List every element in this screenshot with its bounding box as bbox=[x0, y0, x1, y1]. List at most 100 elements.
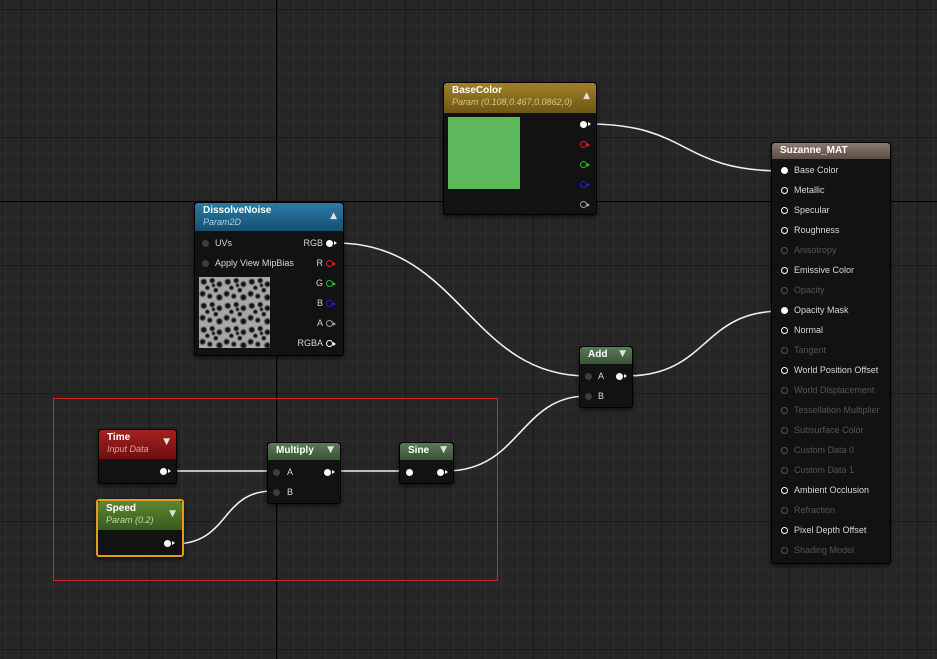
mipbias-label: Apply View MipBias bbox=[215, 258, 294, 268]
output-pin bbox=[781, 547, 788, 554]
time-node[interactable]: Time Input Data ▼ bbox=[98, 429, 177, 484]
color-preview-swatch bbox=[448, 117, 520, 189]
multiply-b-input-pin[interactable] bbox=[273, 489, 280, 496]
r-output-pin[interactable] bbox=[326, 260, 336, 267]
output-pin-label: Roughness bbox=[794, 225, 840, 235]
time-output-pin[interactable] bbox=[160, 468, 171, 475]
output-pin[interactable] bbox=[781, 187, 788, 194]
add-output-pin[interactable] bbox=[616, 373, 627, 380]
add-a-input-pin[interactable] bbox=[585, 373, 592, 380]
time-subtitle: Input Data bbox=[107, 444, 149, 454]
basecolor-header[interactable]: BaseColor Param (0.108,0.467,0.0862,0) ▲ bbox=[444, 83, 596, 113]
g-output-label: G bbox=[315, 278, 323, 288]
basecolor-title: BaseColor bbox=[452, 85, 503, 96]
multiply-a-label: A bbox=[287, 467, 294, 477]
collapse-arrow-icon[interactable]: ▼ bbox=[619, 349, 626, 359]
output-pin-label: Custom Data 1 bbox=[794, 465, 855, 475]
time-header[interactable]: Time Input Data ▼ bbox=[99, 430, 176, 459]
speed-output-pin[interactable] bbox=[164, 540, 175, 547]
output-pin-label: Pixel Depth Offset bbox=[794, 525, 867, 535]
output-pin bbox=[781, 507, 788, 514]
collapse-arrow-icon[interactable]: ▼ bbox=[327, 445, 334, 455]
output-pin-label: Refraction bbox=[794, 505, 836, 515]
sine-header[interactable]: Sine ▼ bbox=[400, 443, 453, 460]
output-pin[interactable] bbox=[781, 267, 788, 274]
output-header[interactable]: Suzanne_MAT bbox=[772, 143, 890, 159]
basecolor-g-pin[interactable] bbox=[580, 161, 590, 168]
multiply-b-label: B bbox=[287, 487, 294, 497]
output-pin[interactable] bbox=[781, 527, 788, 534]
dissolve-header[interactable]: DissolveNoise Param2D ▲ bbox=[195, 203, 343, 231]
add-node[interactable]: Add ▼ A B bbox=[579, 346, 633, 408]
dissolve-noise-node[interactable]: DissolveNoise Param2D ▲ UVs Apply View M… bbox=[194, 202, 344, 356]
output-pin[interactable] bbox=[781, 227, 788, 234]
material-output-node[interactable]: Suzanne_MAT Base Color Metallic Specular Ro… bbox=[771, 142, 891, 564]
basecolor-rgb-pin[interactable] bbox=[580, 121, 591, 128]
multiply-a-input-pin[interactable] bbox=[273, 469, 280, 476]
collapse-arrow-icon[interactable]: ▲ bbox=[583, 91, 590, 101]
output-pin bbox=[781, 467, 788, 474]
output-pin[interactable] bbox=[781, 487, 788, 494]
time-title: Time bbox=[107, 432, 131, 443]
basecolor-subtitle: Param (0.108,0.467,0.0862,0) bbox=[452, 97, 573, 107]
rgba-output-label: RGBA bbox=[297, 338, 323, 348]
uvs-input-pin[interactable] bbox=[202, 240, 209, 247]
collapse-arrow-icon[interactable]: ▼ bbox=[440, 445, 447, 455]
mipbias-input-pin[interactable] bbox=[202, 260, 209, 267]
b-output-pin[interactable] bbox=[326, 300, 336, 307]
wire-add-to-opacity-mask bbox=[624, 310, 783, 377]
collapse-arrow-icon[interactable]: ▲ bbox=[330, 211, 337, 221]
output-pin-label: Subsurface Color bbox=[794, 425, 864, 435]
output-pin bbox=[781, 407, 788, 414]
multiply-output-pin[interactable] bbox=[324, 469, 335, 476]
output-pin-label: Opacity bbox=[794, 285, 825, 295]
output-pin[interactable] bbox=[781, 367, 788, 374]
output-pin-label: World Position Offset bbox=[794, 365, 879, 375]
output-pin bbox=[781, 287, 788, 294]
output-pin-label: Custom Data 0 bbox=[794, 445, 855, 455]
multiply-header[interactable]: Multiply ▼ bbox=[268, 443, 340, 460]
rgba-output-pin[interactable] bbox=[326, 340, 336, 347]
dissolve-title: DissolveNoise bbox=[203, 205, 272, 216]
sine-input-pin[interactable] bbox=[406, 469, 413, 476]
output-pin-label: Opacity Mask bbox=[794, 305, 849, 315]
multiply-node[interactable]: Multiply ▼ A B bbox=[267, 442, 341, 504]
add-b-input-pin[interactable] bbox=[585, 393, 592, 400]
output-pin-label: Metallic bbox=[794, 185, 825, 195]
output-pin-label: World Displacement bbox=[794, 385, 875, 395]
basecolor-b-pin[interactable] bbox=[580, 181, 590, 188]
wire-dissolve-rgb-to-add-a bbox=[335, 242, 588, 377]
collapse-arrow-icon[interactable]: ▼ bbox=[163, 437, 170, 447]
output-pin-label: Tessellation Multiplier bbox=[794, 405, 880, 415]
add-header[interactable]: Add ▼ bbox=[580, 347, 632, 364]
speed-title: Speed bbox=[106, 503, 137, 514]
output-pin[interactable] bbox=[781, 207, 788, 214]
output-pin bbox=[781, 387, 788, 394]
add-b-label: B bbox=[598, 391, 605, 401]
output-pin[interactable] bbox=[781, 167, 788, 174]
output-pin-label: Ambient Occlusion bbox=[794, 485, 870, 495]
sine-output-pin[interactable] bbox=[437, 469, 448, 476]
output-pin bbox=[781, 447, 788, 454]
output-pin-label: Base Color bbox=[794, 165, 839, 175]
a-output-label: A bbox=[316, 318, 323, 328]
a-output-pin[interactable] bbox=[326, 320, 336, 327]
rgb-output-pin[interactable] bbox=[326, 240, 337, 247]
speed-node[interactable]: Speed Param (0.2) ▼ bbox=[96, 499, 184, 557]
rgb-output-label: RGB bbox=[303, 238, 323, 248]
basecolor-a-pin[interactable] bbox=[580, 201, 590, 208]
output-pin[interactable] bbox=[781, 307, 788, 314]
uvs-label: UVs bbox=[215, 238, 233, 248]
speed-header[interactable]: Speed Param (0.2) ▼ bbox=[98, 501, 182, 530]
output-pin bbox=[781, 247, 788, 254]
g-output-pin[interactable] bbox=[326, 280, 336, 287]
collapse-arrow-icon[interactable]: ▼ bbox=[169, 509, 176, 519]
basecolor-r-pin[interactable] bbox=[580, 141, 590, 148]
output-pin[interactable] bbox=[781, 327, 788, 334]
wire-basecolor-to-output bbox=[588, 123, 783, 172]
sine-node[interactable]: Sine ▼ bbox=[399, 442, 454, 484]
output-pin-label: Shading Model bbox=[794, 545, 855, 555]
output-pin bbox=[781, 347, 788, 354]
output-pin bbox=[781, 427, 788, 434]
basecolor-node[interactable]: BaseColor Param (0.108,0.467,0.0862,0) ▲ bbox=[443, 82, 597, 215]
